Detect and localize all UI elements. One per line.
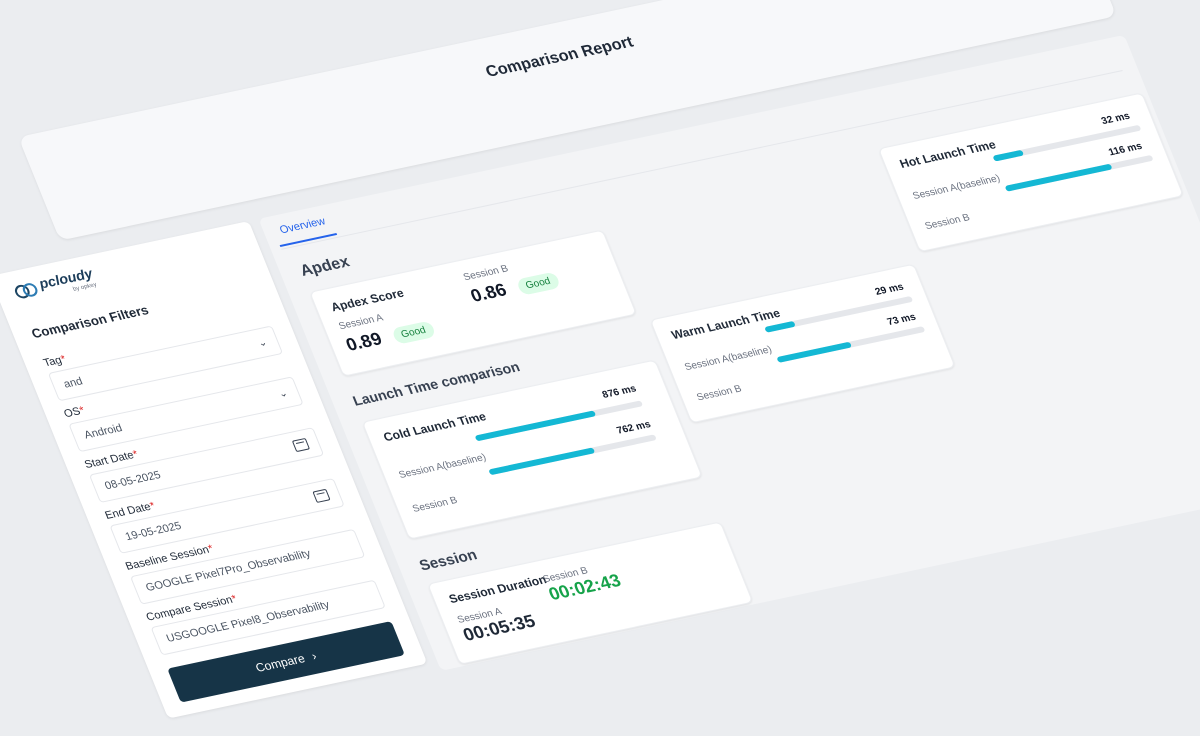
apdex-session-b-score: 0.86: [467, 279, 510, 306]
cold-launch-label-b: Session B: [410, 495, 460, 515]
warm-launch-bar-b: [776, 326, 926, 363]
warm-launch-label-b: Session B: [695, 383, 744, 404]
calendar-icon[interactable]: [312, 488, 331, 503]
cold-launch-label-a: Session A(baseline): [397, 452, 488, 481]
start-date-value: 08-05-2025: [103, 469, 163, 493]
tag-value: and: [61, 375, 85, 391]
report-scene: Comparison Report pcloudy by opkey Compa…: [0, 0, 1200, 736]
cold-launch-value-b: 762 ms: [615, 419, 653, 437]
hot-launch-bar-b: [1004, 154, 1154, 192]
apdex-score-card: Apdex Score Session A 0.89 Good Session …: [309, 229, 637, 377]
hot-launch-label-b: Session B: [923, 212, 972, 233]
hot-launch-card: Hot Launch Time Session A(baseline) Sess…: [877, 92, 1184, 253]
hot-launch-fill-a: [992, 149, 1025, 162]
warm-launch-fill-a: [764, 320, 796, 333]
apdex-session-b-badge: Good: [515, 271, 562, 297]
calendar-icon[interactable]: [291, 437, 311, 453]
end-date-value: 19-05-2025: [123, 520, 184, 544]
session-duration-card: Session Duration Session A 00:05:35 Sess…: [427, 521, 754, 665]
apdex-session-a-score: 0.89: [342, 328, 385, 355]
chevron-right-icon: ›: [309, 648, 319, 663]
pcloudy-logo-icon: [12, 281, 40, 300]
apdex-session-a-badge: Good: [390, 320, 437, 346]
warm-launch-value-b: 73 ms: [885, 311, 918, 329]
chevron-down-icon: ⌄: [276, 387, 290, 400]
hot-launch-label-a: Session A(baseline): [911, 173, 1002, 202]
chevron-down-icon: ⌄: [256, 336, 269, 349]
hot-launch-fill-b: [1004, 163, 1113, 192]
os-value: Android: [82, 422, 125, 442]
cold-launch-fill-b: [488, 447, 596, 476]
warm-launch-fill-b: [776, 341, 853, 363]
session-section-title: Session: [416, 546, 480, 575]
apdex-section-title: Apdex: [297, 253, 353, 280]
warm-launch-label-a: Session A(baseline): [683, 344, 774, 374]
hot-launch-value-b: 116 ms: [1107, 140, 1144, 159]
tab-overview[interactable]: Overview: [268, 204, 337, 247]
compare-button-label: Compare: [253, 651, 307, 675]
warm-launch-card: Warm Launch Time Session A(baseline) Ses…: [649, 263, 956, 424]
cold-launch-bar-b: [488, 434, 657, 476]
